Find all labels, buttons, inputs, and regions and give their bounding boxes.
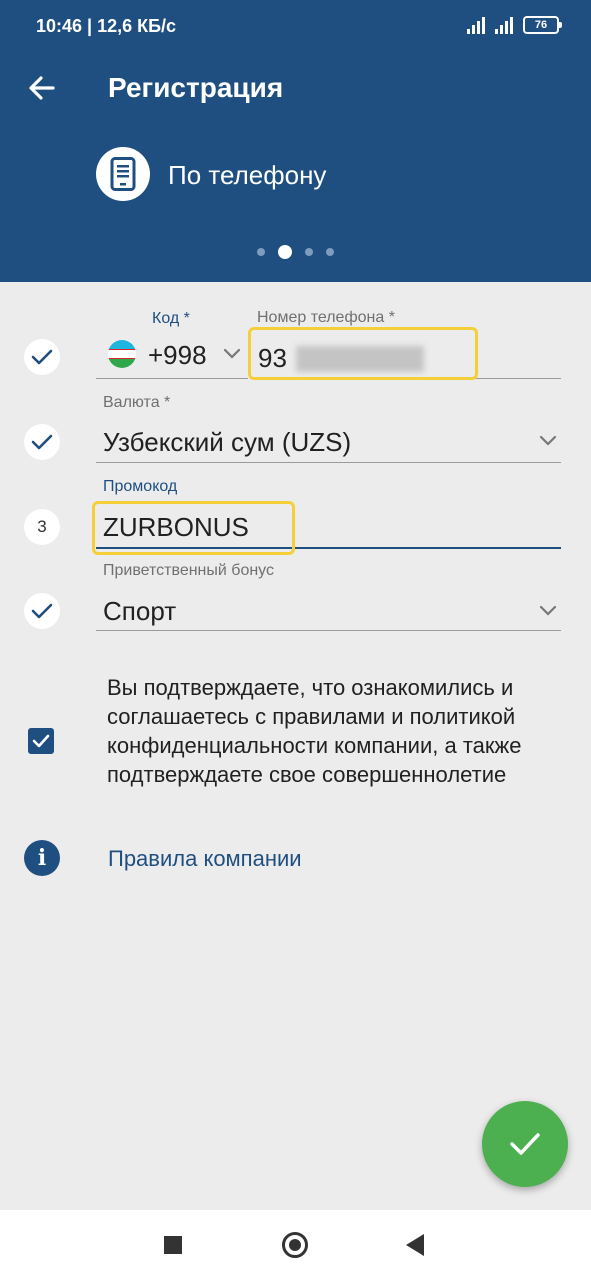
signal-icon [467,16,485,34]
page-title: Регистрация [108,72,284,103]
promo-step-text: 3 [37,517,47,536]
consent-checkbox[interactable] [28,728,54,754]
page-dot-3[interactable] [305,248,313,256]
home-circle-icon[interactable] [282,1232,308,1258]
promo-label: Промокод [103,478,178,495]
back-arrow-icon[interactable] [24,70,60,106]
bonus-underline [96,630,561,631]
phone-highlight-box [248,327,478,380]
country-code-value[interactable]: +998 [148,340,207,371]
uzbekistan-flag-icon [108,340,136,368]
bonus-chevron-down-icon[interactable] [538,604,558,618]
currency-select[interactable]: Узбекский сум (UZS) [103,427,351,458]
bonus-label: Приветственный бонус [103,562,274,579]
page-dot-1[interactable] [257,248,265,256]
battery-icon: 76 [523,16,562,34]
page-dot-2[interactable] [278,245,292,259]
code-underline [96,378,248,379]
registration-method-label: По телефону [168,160,327,190]
company-rules-link[interactable]: Правила компании [108,846,302,872]
code-chevron-down-icon[interactable] [222,347,242,361]
promo-step-number: 3 [24,509,60,545]
consent-text: Вы подтверждаете, что ознакомились и сог… [107,675,522,787]
status-time: 10:46 | 12,6 КБ/с [36,16,177,36]
code-label: Код * [152,310,190,327]
bonus-status-check-icon [24,593,60,629]
currency-status-check-icon [24,424,60,460]
status-icons: 76 [467,16,562,34]
info-icon: i [24,840,60,876]
promo-highlight-box [92,501,295,555]
recents-square-icon[interactable] [164,1236,182,1254]
page-indicator [257,245,334,259]
check-icon [510,1133,540,1155]
signal-h-icon [495,16,513,34]
phone-label: Номер телефона * [257,309,395,326]
page-dot-4[interactable] [326,248,334,256]
currency-label: Валюта * [103,394,171,411]
currency-underline [96,462,561,463]
bonus-select[interactable]: Спорт [103,596,176,627]
system-nav-bar [0,1210,591,1280]
status-bar: 10:46 | 12,6 КБ/с 76 [0,0,591,58]
phone-status-check-icon [24,339,60,375]
submit-fab-button[interactable] [482,1101,568,1187]
back-triangle-icon[interactable] [406,1234,424,1256]
app-bar: Регистрация По телефону [0,58,591,282]
phone-icon [96,147,150,201]
currency-chevron-down-icon[interactable] [538,434,558,448]
battery-level: 76 [534,19,548,31]
